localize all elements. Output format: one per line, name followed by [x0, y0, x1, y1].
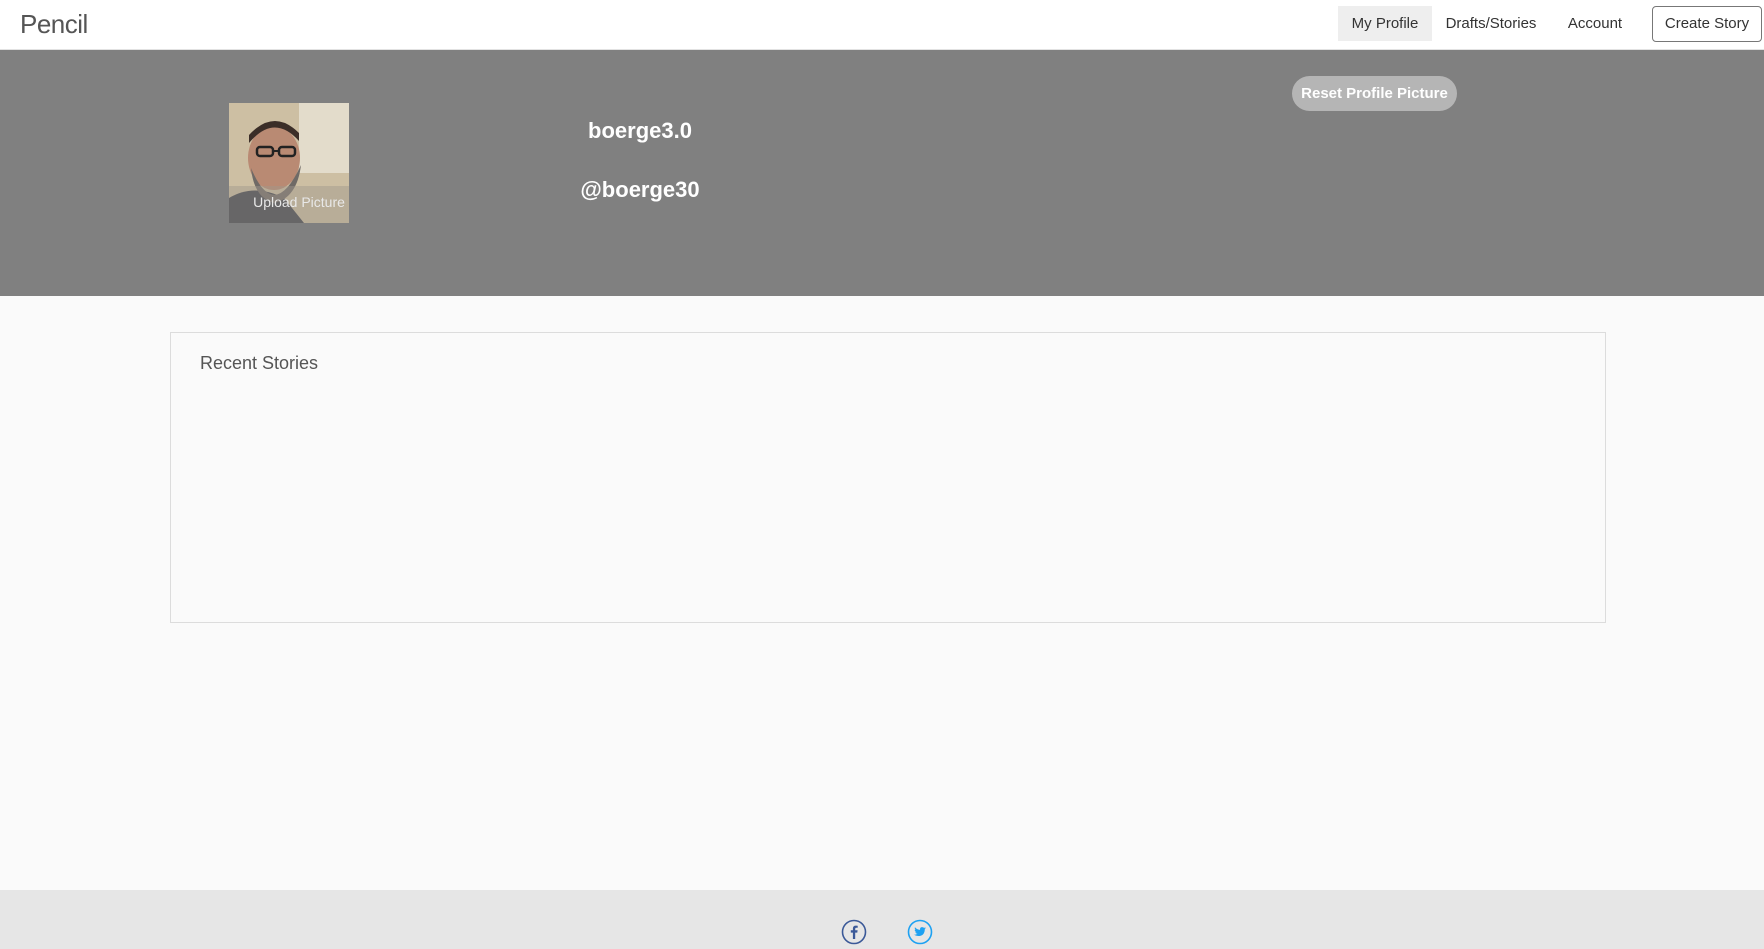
- top-navbar: Pencil My Profile Drafts/Stories Account…: [0, 0, 1764, 50]
- username-handle: @boerge30: [580, 177, 700, 202]
- nav-account[interactable]: Account: [1550, 6, 1640, 41]
- nav-drafts-stories[interactable]: Drafts/Stories: [1432, 6, 1550, 41]
- create-story-button[interactable]: Create Story: [1652, 6, 1762, 42]
- facebook-icon[interactable]: [841, 919, 867, 945]
- profile-header: Upload Picture boerge3.0 @boerge30 Reset…: [0, 50, 1764, 296]
- upload-picture-label[interactable]: Upload Picture: [229, 194, 349, 210]
- display-name: boerge3.0: [588, 118, 692, 143]
- footer: [0, 890, 1764, 949]
- reset-profile-picture-button[interactable]: Reset Profile Picture: [1292, 76, 1457, 111]
- recent-stories-title: Recent Stories: [200, 353, 319, 373]
- brand-logo[interactable]: Pencil: [20, 9, 88, 40]
- nav-menu: My Profile Drafts/Stories Account Create…: [1338, 6, 1764, 44]
- twitter-icon[interactable]: [907, 919, 933, 945]
- nav-my-profile[interactable]: My Profile: [1338, 6, 1432, 41]
- avatar[interactable]: Upload Picture: [229, 103, 349, 223]
- recent-stories-panel: Recent Stories: [170, 332, 1606, 623]
